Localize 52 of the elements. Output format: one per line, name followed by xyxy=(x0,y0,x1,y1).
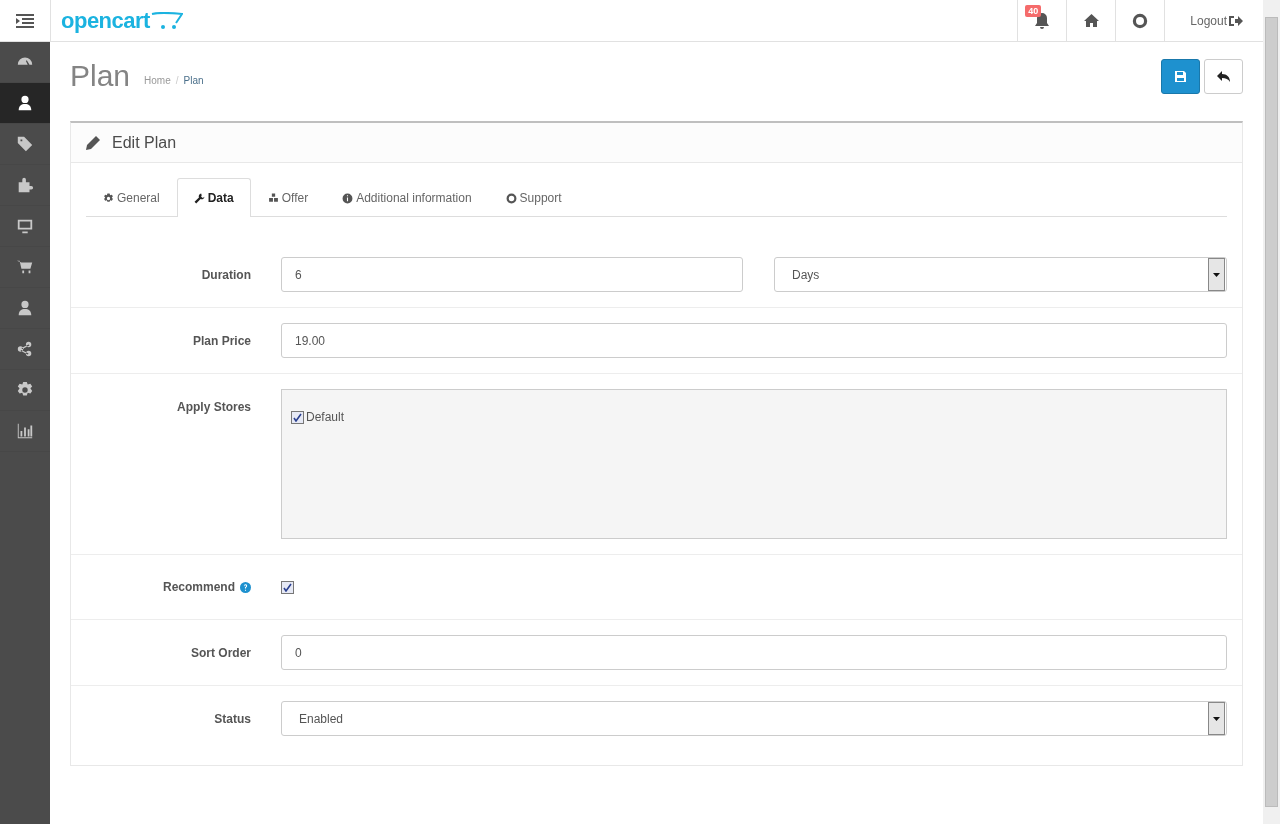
field-label: Duration xyxy=(201,268,251,282)
save-icon xyxy=(1175,70,1186,82)
home-icon xyxy=(1083,14,1099,27)
user-icon xyxy=(16,299,34,317)
checkbox[interactable] xyxy=(291,410,304,424)
share-icon xyxy=(16,340,34,358)
cubes-icon xyxy=(267,192,279,204)
field-label: Status xyxy=(214,712,251,726)
breadcrumb-separator: / xyxy=(175,74,179,86)
breadcrumb-link[interactable]: Plan xyxy=(183,74,204,86)
bell-icon xyxy=(1035,12,1050,29)
back-button[interactable] xyxy=(1204,58,1243,94)
notification-count: 40 xyxy=(1025,5,1042,17)
checkbox-label: Default xyxy=(306,410,345,424)
puzzle-icon xyxy=(16,176,34,194)
gear-icon xyxy=(103,192,114,204)
tab[interactable]: Offer xyxy=(250,178,326,217)
input-field[interactable]: 6 xyxy=(281,257,743,292)
field-label: Recommend xyxy=(162,580,235,594)
desktop-icon xyxy=(16,217,34,235)
lifebuoy-icon xyxy=(505,192,517,204)
caret-icon xyxy=(1213,272,1220,277)
menu-icon[interactable] xyxy=(16,13,34,28)
reply-icon xyxy=(1217,70,1230,82)
save-button[interactable] xyxy=(1161,58,1200,94)
input-field[interactable]: 19.00 xyxy=(281,323,1227,358)
select-field[interactable]: Enabled xyxy=(281,701,1227,736)
panel-title: Edit Plan xyxy=(112,133,177,152)
tags-icon xyxy=(16,135,34,153)
lifebuoy-icon xyxy=(1132,12,1149,29)
tab[interactable]: General xyxy=(86,178,177,217)
page-title: Plan xyxy=(70,59,131,93)
sidebar-item[interactable] xyxy=(0,83,50,124)
checkbox[interactable] xyxy=(281,580,294,594)
tab[interactable]: Additional information xyxy=(325,178,489,217)
cart-icon xyxy=(16,258,34,276)
tab[interactable]: Data xyxy=(176,178,251,217)
user-icon xyxy=(16,94,34,112)
pencil-icon xyxy=(86,135,100,150)
chart-icon xyxy=(16,422,34,440)
wrench-icon xyxy=(193,192,205,204)
cart-logo-icon xyxy=(150,11,183,30)
scrollbar[interactable] xyxy=(1263,0,1280,824)
input-field[interactable]: 0 xyxy=(281,635,1227,670)
sign-out-icon xyxy=(1229,14,1243,27)
select-field[interactable]: Days xyxy=(774,257,1227,292)
field-label: Apply Stores xyxy=(177,400,251,414)
field-label: Sort Order xyxy=(191,646,251,660)
caret-icon xyxy=(1213,716,1220,721)
info-icon xyxy=(342,192,354,204)
field-label: Plan Price xyxy=(192,334,251,348)
tab[interactable]: Support xyxy=(488,178,579,217)
